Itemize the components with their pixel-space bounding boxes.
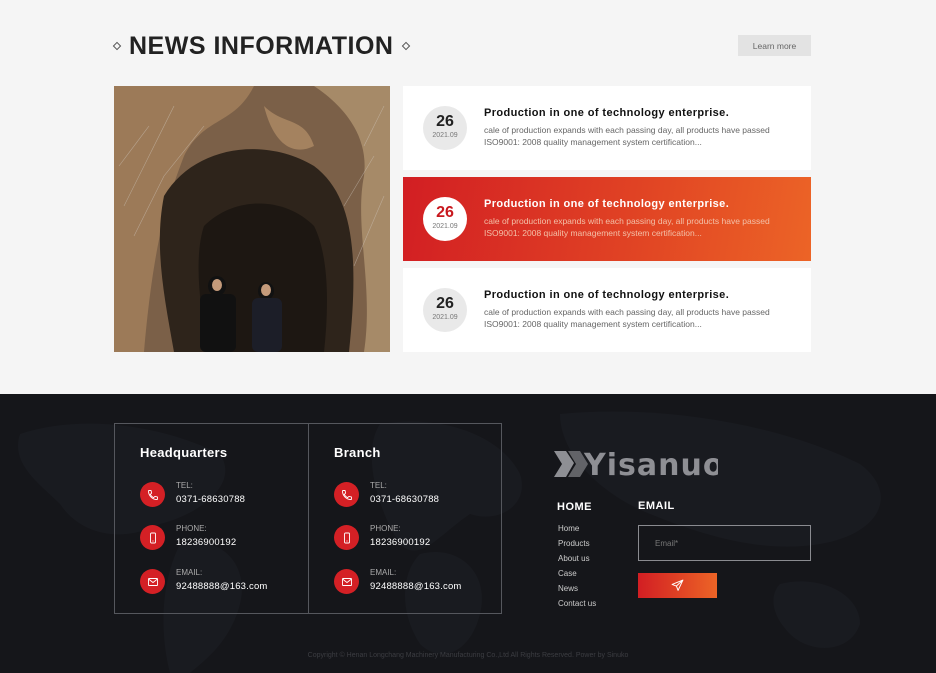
- nav-link-case[interactable]: Case: [558, 566, 596, 581]
- brand-logo[interactable]: Yisanuo: [554, 447, 718, 481]
- paper-plane-icon: [671, 579, 684, 591]
- diamond-right-icon: [402, 41, 411, 51]
- branch-column: Branch TEL: 0371-68630788 PHONE: 1823690…: [308, 424, 501, 613]
- contact-box: Headquarters TEL: 0371-68630788 PHONE: 1…: [114, 423, 502, 614]
- date-badge: 26 2021.09: [423, 106, 467, 150]
- phone-value: 18236900192: [370, 537, 431, 548]
- email-label: EMAIL:: [176, 568, 203, 577]
- date-badge: 26 2021.09: [423, 197, 467, 241]
- headquarters-title: Headquarters: [140, 445, 228, 460]
- news-item-title[interactable]: Production in one of technology enterpri…: [484, 107, 794, 120]
- nav-link-home[interactable]: Home: [558, 521, 596, 536]
- date-year-month: 2021.09: [432, 314, 458, 321]
- tel-row: TEL: 0371-68630788: [140, 481, 305, 511]
- date-day: 26: [436, 295, 454, 312]
- email-label: EMAIL:: [370, 568, 397, 577]
- phone-value: 18236900192: [176, 537, 237, 548]
- logo-text: Yisanuo: [583, 448, 718, 481]
- mobile-icon: [334, 525, 359, 550]
- news-text: Production in one of technology enterpri…: [484, 289, 794, 330]
- news-text: Production in one of technology enterpri…: [484, 198, 794, 239]
- email-row: EMAIL: 92488888@163.com: [334, 568, 499, 598]
- tel-value: 0371-68630788: [370, 494, 440, 505]
- nav-link-products[interactable]: Products: [558, 536, 596, 551]
- tel-row: TEL: 0371-68630788: [334, 481, 499, 511]
- news-item-active[interactable]: 26 2021.09 Production in one of technolo…: [403, 177, 811, 261]
- news-item-desc: cale of production expands with each pas…: [484, 307, 770, 329]
- news-photo: [114, 86, 390, 352]
- home-nav-title: HOME: [557, 501, 592, 513]
- nav-link-contact-us[interactable]: Contact us: [558, 596, 596, 611]
- news-item-desc: cale of production expands with each pas…: [484, 216, 770, 238]
- news-header: NEWS INFORMATION: [112, 31, 411, 61]
- phone-icon: [334, 482, 359, 507]
- copyright: Copyright © Henan Longchang Machinery Ma…: [307, 652, 629, 659]
- phone-row: PHONE: 18236900192: [334, 524, 499, 554]
- news-item-title[interactable]: Production in one of technology enterpri…: [484, 198, 794, 211]
- news-list: 26 2021.09 Production in one of technolo…: [403, 86, 811, 359]
- date-year-month: 2021.09: [432, 223, 458, 230]
- email-section-title: EMAIL: [638, 500, 675, 512]
- phone-label: PHONE:: [370, 524, 401, 533]
- news-item-title[interactable]: Production in one of technology enterpri…: [484, 289, 794, 302]
- headquarters-column: Headquarters TEL: 0371-68630788 PHONE: 1…: [115, 424, 308, 613]
- news-item[interactable]: 26 2021.09 Production in one of technolo…: [403, 268, 811, 352]
- date-day: 26: [436, 204, 454, 221]
- mobile-icon: [140, 525, 165, 550]
- home-nav-list: Home Products About us Case News Contact…: [558, 521, 596, 611]
- email-value[interactable]: 92488888@163.com: [176, 581, 268, 592]
- date-day: 26: [436, 113, 454, 130]
- news-item-desc: cale of production expands with each pas…: [484, 125, 770, 147]
- tel-label: TEL:: [176, 481, 193, 490]
- phone-label: PHONE:: [176, 524, 207, 533]
- envelope-icon: [334, 569, 359, 594]
- diamond-left-icon: [112, 41, 122, 51]
- phone-row: PHONE: 18236900192: [140, 524, 305, 554]
- envelope-icon: [140, 569, 165, 594]
- news-item[interactable]: 26 2021.09 Production in one of technolo…: [403, 86, 811, 170]
- news-title: NEWS INFORMATION: [129, 31, 394, 60]
- news-section: NEWS INFORMATION Learn more 26 2021.09 P…: [0, 0, 936, 384]
- nav-link-about-us[interactable]: About us: [558, 551, 596, 566]
- email-value[interactable]: 92488888@163.com: [370, 581, 462, 592]
- tel-value: 0371-68630788: [176, 494, 246, 505]
- email-row: EMAIL: 92488888@163.com: [140, 568, 305, 598]
- news-text: Production in one of technology enterpri…: [484, 107, 794, 148]
- nav-link-news[interactable]: News: [558, 581, 596, 596]
- date-year-month: 2021.09: [432, 132, 458, 139]
- phone-icon: [140, 482, 165, 507]
- send-button[interactable]: [638, 573, 717, 598]
- learn-more-button[interactable]: Learn more: [738, 35, 811, 56]
- footer: Headquarters TEL: 0371-68630788 PHONE: 1…: [0, 394, 936, 673]
- branch-title: Branch: [334, 445, 381, 460]
- tel-label: TEL:: [370, 481, 387, 490]
- email-input[interactable]: [638, 525, 811, 561]
- cave-photo-image: [114, 86, 390, 352]
- date-badge: 26 2021.09: [423, 288, 467, 332]
